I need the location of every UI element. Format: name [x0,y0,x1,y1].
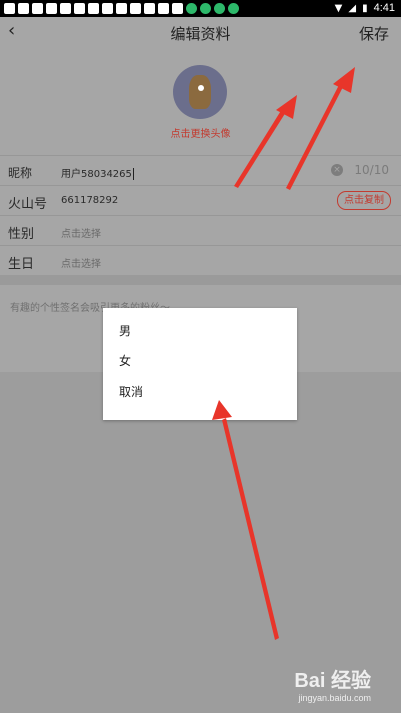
nickname-input[interactable]: 用户58034265 [61,165,134,180]
gender-option-cancel[interactable]: 取消 [119,383,143,400]
notification-icon [102,3,113,14]
dim-overlay[interactable] [0,372,401,713]
watermark-url: jingyan.baidu.com [298,693,371,703]
notification-icon [144,3,155,14]
notification-icon [60,3,71,14]
birthday-row[interactable]: 生日 点击选择 [0,245,401,276]
gender-menu: 男 女 取消 [103,308,297,420]
text-cursor [132,168,134,180]
notification-icon [158,3,169,14]
app-notification-icon [228,3,239,14]
notification-icon [116,3,127,14]
notification-icon [88,3,99,14]
change-avatar-link[interactable]: 点击更换头像 [0,125,401,140]
status-bar: ▼ ◢ ▮ 4:41 [0,0,401,17]
notification-icon [32,3,43,14]
notification-icons [4,3,239,14]
battery-icon: ▮ [362,2,368,14]
notification-icon [46,3,57,14]
notification-icon [74,3,85,14]
app-notification-icon [200,3,211,14]
section-divider [0,275,401,285]
huoshan-id-row: 火山号 661178292 点击复制 [0,185,401,215]
notification-icon [4,3,15,14]
wifi-icon: ▼ [334,2,343,14]
status-right: ▼ ◢ ▮ 4:41 [335,2,395,14]
clear-icon[interactable]: × [331,164,343,176]
gender-option-female[interactable]: 女 [119,352,131,369]
notification-icon [130,3,141,14]
avatar-bird-image [189,75,211,109]
signal-icon: ◢ [348,2,357,14]
page-title: 编辑资料 [170,25,231,43]
nickname-row[interactable]: 昵称 用户58034265 × 10/10 [0,155,401,185]
notification-icon [18,3,29,14]
avatar[interactable] [173,65,227,119]
watermark-logo-text: Bai 经验 [294,670,371,692]
gender-option-male[interactable]: 男 [119,322,131,339]
birthday-label: 生日 [8,257,35,272]
save-button[interactable]: 保存 [359,23,389,44]
status-time: 4:41 [373,2,395,14]
app-notification-icon [186,3,197,14]
app-notification-icon [214,3,225,14]
gender-row[interactable]: 性别 点击选择 [0,215,401,245]
gender-select[interactable]: 点击选择 [61,225,101,240]
baidu-jingyan-watermark: Bai 经验 jingyan.baidu.com [294,664,371,703]
avatar-eye [198,85,204,91]
navigation-bar: ‹ 编辑资料 保存 [0,17,401,45]
notification-icon [172,3,183,14]
huoshan-id-value: 661178292 [61,195,119,206]
nickname-label: 昵称 [8,166,33,180]
huoshan-id-label: 火山号 [8,197,48,212]
nickname-char-count: 10/10 [354,163,389,177]
gender-label: 性别 [8,227,35,242]
birthday-select[interactable]: 点击选择 [61,255,101,270]
copy-button[interactable]: 点击复制 [337,191,391,210]
